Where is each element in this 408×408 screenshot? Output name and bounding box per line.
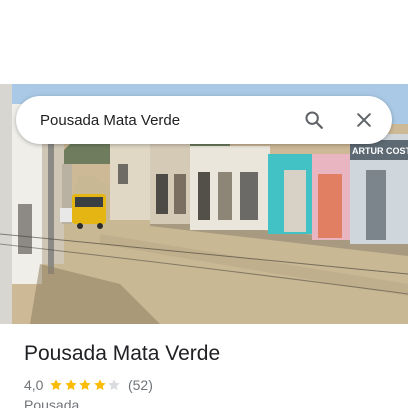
search-button[interactable] xyxy=(302,108,326,132)
search-input[interactable]: Pousada Mata Verde xyxy=(16,112,302,129)
star-filled-icon xyxy=(94,379,106,391)
shop-sign-text: ARTUR COSTA xyxy=(352,146,408,156)
star-filled-icon xyxy=(50,379,63,391)
review-count[interactable]: (52) xyxy=(128,377,153,393)
star-filled-icon xyxy=(65,379,77,391)
close-icon xyxy=(357,113,371,127)
star-rating xyxy=(49,378,122,392)
close-button[interactable] xyxy=(352,108,376,132)
star-filled-icon xyxy=(79,379,92,391)
search-bar[interactable]: Pousada Mata Verde xyxy=(16,96,392,144)
place-category: Pousada xyxy=(24,397,80,408)
rating-row[interactable]: 4,0 (52) xyxy=(24,376,153,394)
place-title: Pousada Mata Verde xyxy=(24,342,221,365)
star-empty-icon xyxy=(108,379,121,391)
rating-value: 4,0 xyxy=(24,377,44,393)
search-icon xyxy=(305,111,323,129)
